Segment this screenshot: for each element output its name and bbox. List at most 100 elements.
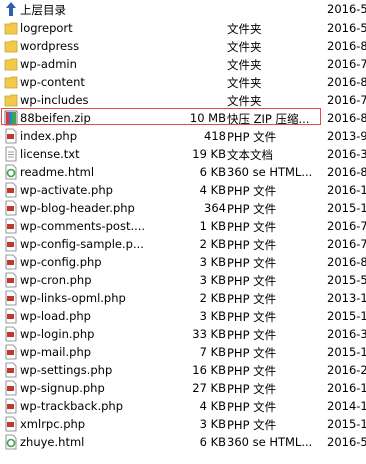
- file-row[interactable]: index.php 418 PHP 文件 2013-9: [0, 127, 366, 145]
- file-date: 2016-3: [327, 147, 366, 161]
- file-type: PHP 文件: [227, 238, 277, 252]
- file-row[interactable]: wp-load.php 3 KB PHP 文件 2015-1: [0, 307, 366, 325]
- php-icon: [5, 290, 17, 306]
- php-icon: [5, 362, 17, 378]
- selection-highlight: [1, 108, 321, 125]
- file-date: 2015-1: [327, 309, 366, 323]
- php-icon: [5, 254, 17, 270]
- file-row[interactable]: wp-links-opml.php 2 KB PHP 文件 2013-1: [0, 289, 366, 307]
- file-row[interactable]: logreport 文件夹 2016-5: [0, 19, 366, 37]
- parent-directory-label: 上层目录: [20, 3, 66, 17]
- file-name: wp-blog-header.php: [20, 201, 135, 215]
- file-row[interactable]: wp-comments-post.... 1 KB PHP 文件 2016-7: [0, 217, 366, 235]
- file-row[interactable]: wp-includes 文件夹 2016-7: [0, 91, 366, 109]
- file-name: wp-activate.php: [20, 183, 113, 197]
- php-icon: [5, 308, 17, 324]
- php-icon: [5, 236, 17, 252]
- php-icon: [5, 344, 17, 360]
- file-type: PHP 文件: [227, 202, 277, 216]
- file-type: 文件夹: [227, 40, 262, 54]
- file-date: 2016-7: [327, 93, 366, 107]
- file-name: wp-config-sample.p...: [20, 237, 144, 251]
- file-date: 2016-8: [327, 75, 366, 89]
- parent-directory-row[interactable]: 上层目录 2016-5: [0, 0, 366, 18]
- file-row[interactable]: wp-admin 文件夹 2016-7: [0, 55, 366, 73]
- up-arrow-icon: [6, 2, 16, 16]
- file-name: wp-load.php: [20, 309, 91, 323]
- file-type: 文件夹: [227, 22, 262, 36]
- file-name: wp-admin: [20, 57, 77, 71]
- file-row[interactable]: wp-config.php 3 KB PHP 文件 2016-8: [0, 253, 366, 271]
- file-size: 3 KB: [199, 273, 226, 287]
- file-name: wp-trackback.php: [20, 399, 123, 413]
- file-list: 上层目录 2016-5 logreport 文件夹 2016-5 wordpress 文…: [0, 0, 366, 464]
- file-size: 19 KB: [192, 147, 226, 161]
- file-row[interactable]: wp-trackback.php 4 KB PHP 文件 2014-1: [0, 397, 366, 415]
- html-icon: [5, 434, 17, 450]
- file-date: 2016-8: [327, 255, 366, 269]
- file-size: 3 KB: [199, 309, 226, 323]
- file-name: wp-config.php: [20, 255, 102, 269]
- file-type: 文件夹: [227, 76, 262, 90]
- file-name: wp-cron.php: [20, 273, 92, 287]
- file-type: PHP 文件: [227, 274, 277, 288]
- file-row[interactable]: readme.html 6 KB 360 se HTML... 2016-8: [0, 163, 366, 181]
- file-row[interactable]: wp-settings.php 16 KB PHP 文件 2016-2: [0, 361, 366, 379]
- folder-icon: [4, 58, 18, 71]
- file-row[interactable]: xmlrpc.php 3 KB PHP 文件 2015-1: [0, 415, 366, 433]
- parent-directory-date: 2016-5: [327, 2, 366, 16]
- file-row[interactable]: wp-blog-header.php 364 PHP 文件 2015-1: [0, 199, 366, 217]
- file-date: 2016-8: [327, 111, 366, 125]
- folder-icon: [4, 22, 18, 35]
- file-row[interactable]: wp-cron.php 3 KB PHP 文件 2015-5: [0, 271, 366, 289]
- file-size: 4 KB: [199, 183, 226, 197]
- file-row[interactable]: wp-content 文件夹 2016-8: [0, 73, 366, 91]
- file-date: 2016-8: [327, 165, 366, 179]
- file-name: wp-mail.php: [20, 345, 92, 359]
- file-row[interactable]: zhuye.html 6 KB 360 se HTML... 2016-5: [0, 433, 366, 451]
- file-date: 2013-1: [327, 291, 366, 305]
- file-type: PHP 文件: [227, 364, 277, 378]
- file-type: PHP 文件: [227, 292, 277, 306]
- file-row[interactable]: wp-activate.php 4 KB PHP 文件 2016-1: [0, 181, 366, 199]
- folder-icon: [4, 76, 18, 89]
- file-name: license.txt: [20, 147, 80, 161]
- file-type: PHP 文件: [227, 328, 277, 342]
- file-date: 2013-9: [327, 129, 366, 143]
- file-type: PHP 文件: [227, 382, 277, 396]
- file-size: 1 KB: [199, 219, 226, 233]
- file-row[interactable]: wp-mail.php 7 KB PHP 文件 2015-1: [0, 343, 366, 361]
- file-row[interactable]: wordpress 文件夹 2016-8: [0, 37, 366, 55]
- file-date: 2016-1: [327, 381, 366, 395]
- file-size: 27 KB: [192, 381, 226, 395]
- file-size: 3 KB: [199, 417, 226, 431]
- file-row[interactable]: license.txt 19 KB 文本文档 2016-3: [0, 145, 366, 163]
- folder-icon: [4, 40, 18, 53]
- file-name: wp-links-opml.php: [20, 291, 126, 305]
- html-icon: [5, 164, 17, 180]
- file-name: wp-includes: [20, 93, 89, 107]
- file-row[interactable]: wp-login.php 33 KB PHP 文件 2016-3: [0, 325, 366, 343]
- php-icon: [5, 200, 17, 216]
- file-name: wp-comments-post....: [20, 219, 146, 233]
- file-name: logreport: [20, 21, 73, 35]
- file-date: 2016-8: [327, 39, 366, 53]
- file-name: wp-signup.php: [20, 381, 105, 395]
- file-size: 4 KB: [199, 399, 226, 413]
- file-size: 2 KB: [199, 291, 226, 305]
- file-type: 360 se HTML...: [227, 165, 313, 179]
- php-icon: [5, 182, 17, 198]
- folder-icon: [4, 94, 18, 107]
- file-size: 6 KB: [199, 435, 226, 449]
- php-icon: [5, 416, 17, 432]
- file-name: index.php: [20, 129, 78, 143]
- file-date: 2016-7: [327, 57, 366, 71]
- file-date: 2016-5: [327, 21, 366, 35]
- file-type: PHP 文件: [227, 220, 277, 234]
- php-icon: [5, 398, 17, 414]
- file-row[interactable]: wp-config-sample.p... 2 KB PHP 文件 2016-7: [0, 235, 366, 253]
- file-date: 2016-2: [327, 363, 366, 377]
- php-icon: [5, 272, 17, 288]
- file-name: readme.html: [20, 165, 95, 179]
- file-row[interactable]: wp-signup.php 27 KB PHP 文件 2016-1: [0, 379, 366, 397]
